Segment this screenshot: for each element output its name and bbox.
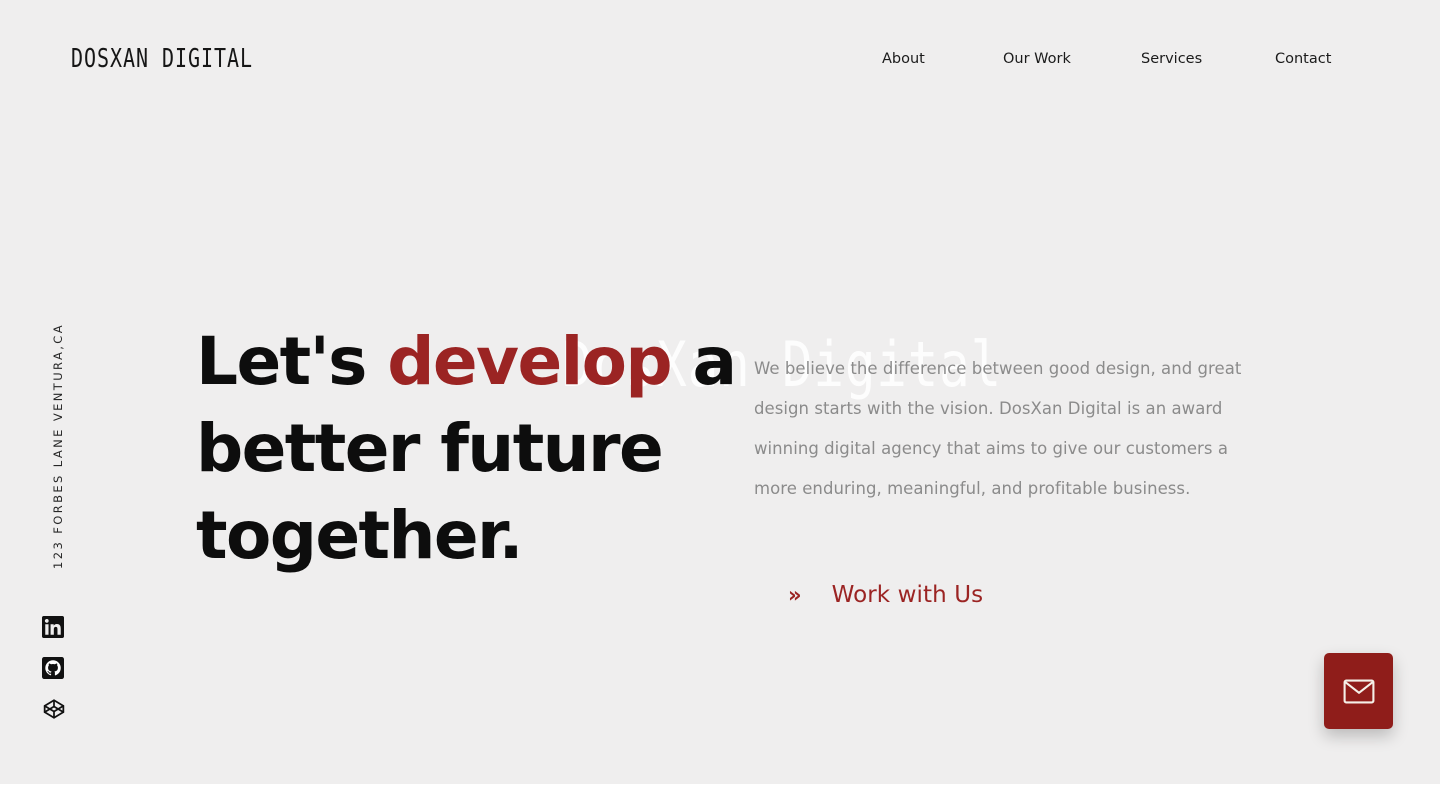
work-with-us-button[interactable]: » Work with Us [788,580,983,610]
codepen-icon [42,698,65,720]
hero-copy: We believe the difference between good d… [754,349,1246,509]
double-chevron-right-icon: » [788,582,802,607]
nav-item-contact: Contact [1275,48,1331,70]
headline-accent-word: develop [387,323,672,400]
work-with-us-label: Work with Us [831,582,984,608]
brand-logo[interactable]: DosXan Digital [71,44,253,75]
github-icon [42,657,64,679]
github-link[interactable] [42,657,64,679]
page-root: DosXan Digital About Our Work Services C… [0,0,1440,784]
email-fab-button[interactable] [1324,653,1393,729]
codepen-link[interactable] [42,698,65,720]
headline-text-lead: Let's [196,323,388,400]
page-title: Let's develop a better future together. [196,318,756,579]
linkedin-link[interactable] [42,616,64,638]
envelope-icon [1343,679,1375,704]
linkedin-icon [42,616,64,638]
nav-item-about: About [882,48,1003,70]
social-links [42,616,65,720]
address-vertical: 123 FORBES LANE VENTURA,CA [51,323,65,569]
nav-link-services[interactable]: Services [1141,48,1275,70]
nav-link-about[interactable]: About [882,48,1003,70]
site-header: DosXan Digital About Our Work Services C… [0,0,1440,118]
nav-item-our-work: Our Work [1003,48,1141,70]
nav-item-services: Services [1141,48,1275,70]
hero-paragraph: We believe the difference between good d… [754,359,1242,498]
nav-link-contact[interactable]: Contact [1275,48,1331,70]
main-nav: About Our Work Services Contact [882,48,1331,70]
bottom-strip [0,784,1440,789]
nav-link-our-work[interactable]: Our Work [1003,48,1141,70]
